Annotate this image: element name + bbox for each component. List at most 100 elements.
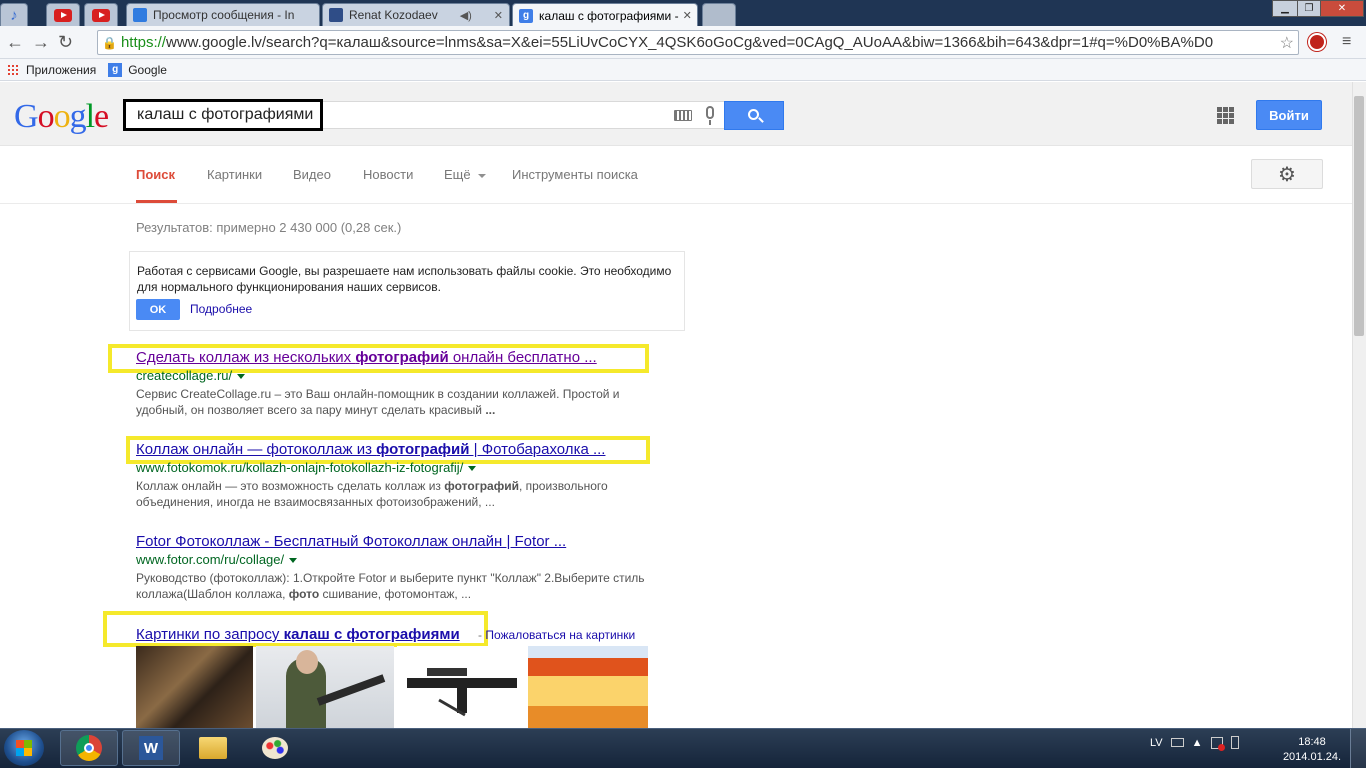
video-icon — [329, 8, 343, 22]
logo-letter: l — [85, 98, 96, 135]
search-button[interactable] — [724, 101, 784, 130]
word-icon: W — [139, 736, 163, 760]
microphone-icon[interactable] — [706, 106, 714, 119]
network-icon[interactable] — [1210, 736, 1225, 751]
tab-video[interactable]: Видео — [293, 167, 331, 182]
tab-search-tools[interactable]: Инструменты поиска — [512, 167, 638, 182]
google-icon: g — [108, 62, 123, 77]
back-icon[interactable]: ← — [6, 32, 24, 53]
cookie-notice: Работая с сервисами Google, вы разрешает… — [129, 251, 685, 331]
microphone-stand — [709, 120, 711, 125]
title-text: онлайн бесплатно ... — [448, 349, 597, 366]
menu-icon[interactable]: ≡ — [1342, 33, 1351, 51]
pinned-tab-music[interactable]: ♪ — [0, 3, 28, 26]
logo-letter: o — [53, 98, 71, 135]
login-button[interactable]: Войти — [1256, 100, 1322, 130]
url-text: www.fotor.com/ru/collage/ — [136, 552, 285, 567]
chevron-down-icon[interactable] — [237, 374, 246, 380]
image-thumbnail[interactable] — [397, 646, 525, 728]
search-input[interactable]: калаш с фотографиями — [123, 99, 323, 131]
google-logo[interactable]: Google — [14, 98, 109, 136]
reload-icon[interactable]: ↻ — [58, 32, 73, 53]
tab-label: Просмотр сообщения - In — [153, 8, 295, 22]
title-text: Коллаж онлайн — фотоколлаж из — [136, 441, 377, 458]
result-url: createcollage.ru/ — [136, 368, 246, 383]
mail-icon — [133, 8, 147, 22]
chevron-down-icon[interactable] — [468, 466, 477, 472]
gear-icon: ⚙ — [1278, 163, 1296, 186]
image-thumbnail[interactable] — [136, 646, 253, 728]
tab-mail[interactable]: Просмотр сообщения - In — [126, 3, 320, 26]
tab-video[interactable]: Renat Kozodaev ◀) ✕ — [322, 3, 510, 26]
snippet-bold: ... — [485, 403, 496, 417]
show-hidden-icon[interactable]: ▲ — [1192, 737, 1203, 749]
youtube-icon — [92, 8, 110, 22]
result-title[interactable]: Fotor Фотоколлаж - Бесплатный Фотоколлаж… — [136, 533, 566, 550]
google-icon: g — [519, 8, 533, 23]
keyboard-icon[interactable] — [1170, 738, 1184, 747]
adblock-icon[interactable] — [1308, 33, 1326, 51]
close-tab-icon[interactable]: ✕ — [679, 9, 692, 22]
explorer-icon — [199, 737, 227, 759]
result-stats: Результатов: примерно 2 430 000 (0,28 се… — [136, 220, 402, 235]
bookmark-label: Приложения — [26, 62, 97, 77]
bookmark-google[interactable]: g Google — [108, 62, 167, 77]
scrollbar-thumb[interactable] — [1354, 96, 1364, 336]
url-text: createcollage.ru/ — [136, 368, 233, 383]
tab-news[interactable]: Новости — [363, 167, 413, 182]
bookmark-star-icon[interactable]: ☆ — [1280, 33, 1294, 53]
images-block-title[interactable]: Картинки по запросу калаш с фотографиями — [136, 626, 460, 643]
settings-button[interactable]: ⚙ — [1251, 159, 1323, 189]
result-title[interactable]: Коллаж онлайн — фотоколлаж из фотографий… — [136, 441, 605, 458]
maximize-button[interactable]: ❐ — [1297, 0, 1321, 17]
pinned-tab-youtube-2[interactable] — [84, 3, 118, 26]
tab-google-search[interactable]: g калаш с фотографиями - ✕ — [512, 3, 698, 27]
cookie-ok-button[interactable]: OK — [136, 299, 180, 320]
language-indicator[interactable]: LV — [1150, 737, 1163, 749]
result-title[interactable]: Сделать коллаж из нескольких фотографий … — [136, 349, 597, 366]
bookmark-apps[interactable]: Приложения — [7, 63, 96, 77]
forward-icon[interactable]: → — [32, 32, 50, 53]
clock[interactable]: 18:48 2014.01.24. — [1282, 735, 1342, 765]
logo-letter: G — [14, 98, 39, 135]
snippet-bold: фото — [288, 587, 320, 601]
result-snippet: Сервис CreateCollage.ru – это Ваш онлайн… — [136, 386, 656, 418]
keyboard-icon[interactable] — [674, 110, 692, 121]
image-results — [136, 646, 648, 728]
snippet-bold: фотографий — [444, 479, 519, 493]
clock-time: 18:48 — [1298, 736, 1326, 748]
new-tab-button[interactable] — [702, 3, 736, 26]
apps-grid-icon[interactable] — [1217, 107, 1234, 124]
close-window-button[interactable]: ✕ — [1320, 0, 1364, 17]
taskbar-explorer[interactable] — [184, 730, 242, 766]
active-tab-indicator — [136, 200, 177, 203]
tab-label: Renat Kozodaev — [349, 8, 438, 22]
show-desktop-button[interactable] — [1350, 729, 1366, 768]
address-bar[interactable]: 🔒 https:// www.google.lv/search?q=калаш&… — [97, 30, 1299, 55]
logo-letter: e — [94, 98, 109, 135]
close-tab-icon[interactable]: ✕ — [490, 9, 503, 22]
bookmarks-bar: Приложения g Google — [0, 59, 1366, 81]
windows-start-icon[interactable] — [4, 730, 44, 766]
taskbar-chrome[interactable] — [60, 730, 118, 766]
tab-search[interactable]: Поиск — [136, 167, 175, 182]
cookie-more-link[interactable]: Подробнее — [190, 302, 252, 316]
taskbar-paint[interactable] — [246, 730, 304, 766]
url-scheme: https:// — [120, 34, 166, 51]
result-url: www.fotor.com/ru/collage/ — [136, 552, 298, 567]
power-icon[interactable] — [1230, 736, 1239, 749]
snippet-text: Коллаж онлайн — это возможность сделать … — [136, 479, 445, 493]
chevron-down-icon[interactable] — [289, 558, 298, 564]
snippet-text: сшивание, фотомонтаж, ... — [319, 587, 472, 601]
system-tray: LV ▲ — [1150, 736, 1239, 751]
pinned-tab-youtube-1[interactable] — [46, 3, 80, 26]
report-images-link[interactable]: Пожаловаться на картинки — [485, 628, 635, 642]
image-thumbnail[interactable] — [256, 646, 394, 728]
taskbar-word[interactable]: W — [122, 730, 180, 766]
tab-images[interactable]: Картинки — [207, 167, 262, 182]
title-bold: фотографий — [355, 349, 449, 366]
image-thumbnail[interactable] — [528, 646, 648, 728]
minimize-button[interactable]: ▁ — [1272, 0, 1298, 17]
tab-more[interactable]: Ещё — [444, 167, 487, 182]
tab-label: калаш с фотографиями - — [539, 8, 679, 23]
